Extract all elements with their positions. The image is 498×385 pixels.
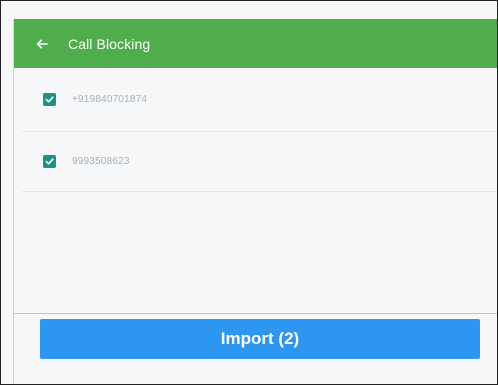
contact-list: +919840701874 9993508623 [13, 68, 497, 313]
contact-checkbox[interactable] [43, 155, 56, 168]
footer-bar: Import (2) [13, 313, 497, 384]
import-button[interactable]: Import (2) [40, 319, 480, 359]
phone-number: +919840701874 [72, 94, 148, 105]
arrow-left-icon[interactable] [35, 37, 49, 51]
phone-number: 9993508623 [72, 156, 130, 167]
list-item[interactable]: +919840701874 [22, 68, 497, 132]
call-blocking-screen: Call Blocking +919840701874 9993508623 I… [0, 0, 498, 385]
checkmark-icon [45, 158, 54, 165]
list-item[interactable]: 9993508623 [22, 132, 497, 192]
contact-checkbox[interactable] [43, 93, 56, 106]
app-bar: Call Blocking [13, 19, 497, 68]
checkmark-icon [45, 96, 54, 103]
page-title: Call Blocking [68, 35, 151, 52]
